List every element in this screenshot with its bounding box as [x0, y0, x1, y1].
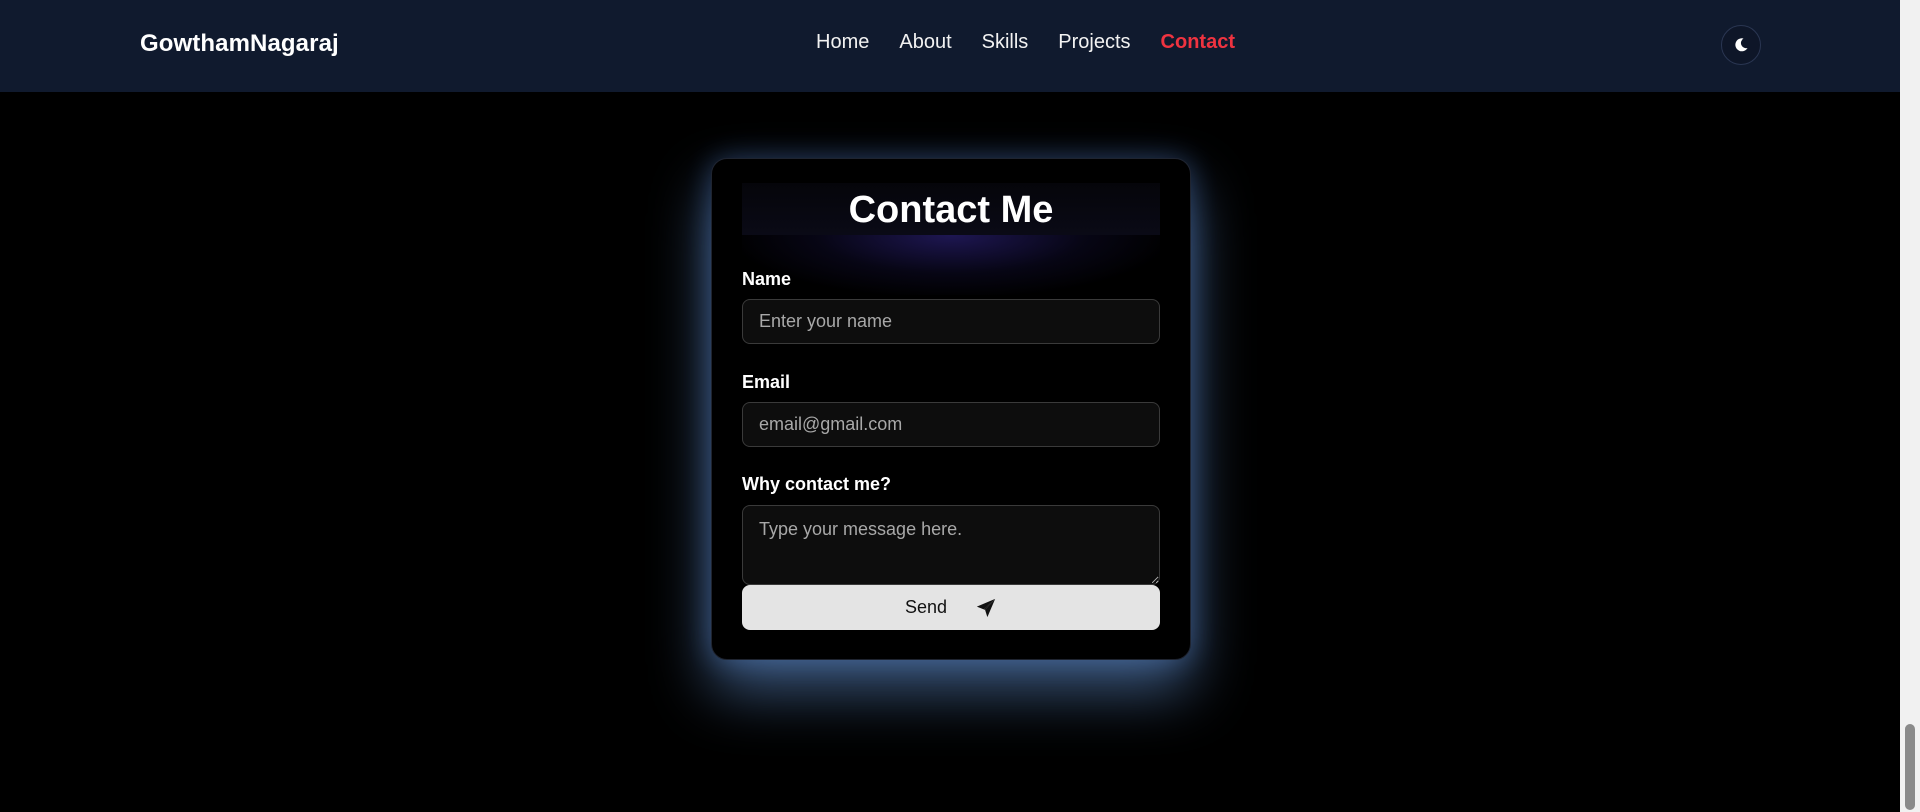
email-input[interactable]: [742, 402, 1160, 447]
send-label: Send: [904, 597, 948, 617]
nav-link-home[interactable]: Home: [816, 31, 869, 54]
nav-link-about[interactable]: About: [899, 31, 951, 54]
title-glow: [742, 235, 1160, 295]
email-label: Email: [742, 372, 791, 392]
name-label: Name: [742, 269, 792, 289]
message-label: Why contact me?: [742, 474, 892, 494]
name-input[interactable]: [742, 299, 1160, 344]
paper-plane-icon: [976, 598, 996, 617]
page-scrollbar[interactable]: [1900, 0, 1920, 812]
nav-link-projects[interactable]: Projects: [1058, 31, 1130, 54]
theme-toggle-button[interactable]: [1721, 25, 1761, 65]
navbar: GowthamNagaraj Home About Skills Project…: [0, 0, 1900, 92]
nav-link-contact[interactable]: Contact: [1161, 31, 1235, 54]
brand-logo[interactable]: GowthamNagaraj: [140, 30, 339, 58]
nav-links: Home About Skills Projects Contact: [816, 31, 1265, 54]
message-textarea[interactable]: [742, 505, 1160, 585]
nav-link-skills[interactable]: Skills: [982, 31, 1029, 54]
contact-card: Contact Me Name Email Why contact me? Se…: [711, 158, 1191, 660]
send-button[interactable]: Send: [742, 585, 1160, 630]
scrollbar-thumb[interactable]: [1905, 724, 1915, 810]
page: GowthamNagaraj Home About Skills Project…: [0, 0, 1920, 812]
moon-icon: [1735, 38, 1748, 52]
contact-title: Contact Me: [848, 189, 1054, 231]
